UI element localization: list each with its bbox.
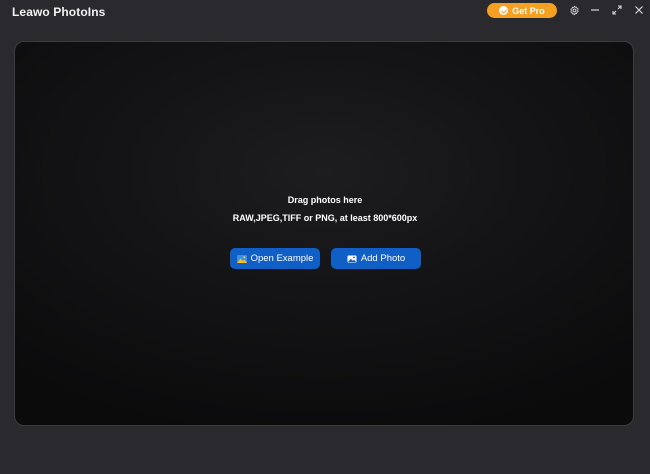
supported-formats-text: RAW,JPEG,TIFF or PNG, at least 800*600px (232, 213, 418, 223)
minimize-icon (591, 9, 599, 11)
app-title: Leawo PhotoIns (12, 5, 106, 19)
title-bar: Leawo PhotoIns Get Pro (0, 0, 650, 24)
example-image-icon (236, 254, 247, 263)
open-example-button[interactable]: Open Example (230, 248, 320, 269)
close-icon (635, 6, 643, 14)
close-button[interactable] (632, 3, 646, 17)
add-photo-label: Add Photo (360, 253, 406, 264)
minimize-button[interactable] (588, 3, 602, 17)
get-pro-button[interactable]: Get Pro (487, 3, 557, 18)
get-pro-label: Get Pro (512, 5, 545, 16)
photo-drop-zone[interactable] (14, 41, 634, 426)
restore-button[interactable] (610, 3, 624, 17)
image-icon (347, 255, 357, 262)
drop-zone-title: Drag photos here (287, 195, 363, 205)
add-photo-button[interactable]: Add Photo (331, 248, 421, 269)
settings-button[interactable] (567, 3, 581, 17)
check-circle-icon (499, 6, 509, 15)
restore-icon (612, 5, 622, 15)
gear-icon (569, 5, 579, 15)
open-example-label: Open Example (250, 253, 314, 264)
